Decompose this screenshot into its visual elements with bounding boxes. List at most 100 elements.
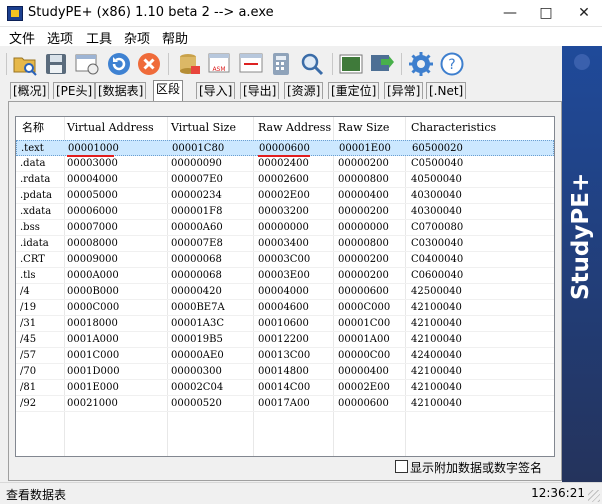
table-row[interactable]: .xdata 00006000 000001F8 00003200 00000200 40… [16,204,554,220]
table-row[interactable]: .rdata 00004000 000007E0 00002600 00000800 40… [16,172,554,188]
show-overlay-label: 显示附加数据或数字签名 [410,461,543,475]
table-row[interactable]: .data 00003000 00000090 00002400 00000200 C05… [16,156,554,172]
column-header-name[interactable]: 名称 [22,117,44,139]
table-row[interactable]: /4 0000B000 00000420 00004000 00000600 425000… [16,284,554,300]
cell-raw-address: 00010600 [258,318,309,329]
table-row[interactable]: .CRT 00009000 00000068 00003C00 00000200 C040… [16,252,554,268]
table-row[interactable]: /70 0001D000 00000300 00014800 00000400 42100… [16,364,554,380]
table-row[interactable]: /45 0001A000 000019B5 00012200 00001A00 42100… [16,332,554,348]
column-header-characteristics[interactable]: Characteristics [411,117,496,139]
maximize-button[interactable]: □ [528,0,564,27]
table-row[interactable]: .tls 0000A000 00000068 00003E00 00000200 C060… [16,268,554,284]
cell-section-name: /81 [20,382,37,393]
tab-exceptions[interactable]: [异常] [384,82,424,99]
cell-virtual-address: 0001C000 [67,350,120,361]
tab-sections[interactable]: 区段 [153,80,184,101]
table-row[interactable]: .pdata 00005000 00000234 00002E00 00000400 40… [16,188,554,204]
cell-section-name: .pdata [20,190,52,201]
cell-section-name: .tls [20,270,36,281]
cell-raw-address: 00012200 [258,334,309,345]
table-row[interactable]: .text 00001000 00001C80 00000600 00001E00 605… [16,140,554,156]
tab-imports[interactable]: [导入] [196,82,236,99]
menu-file[interactable]: 文件 [9,28,35,47]
table-row[interactable]: /81 0001E000 00002C04 00014C00 00002E00 42100… [16,380,554,396]
calculator-icon[interactable] [268,51,294,77]
column-header-virtual-size[interactable]: Virtual Size [171,117,236,139]
refresh-icon[interactable] [106,51,132,77]
table-row[interactable]: .idata 00008000 000007E8 00003400 00000800 C0… [16,236,554,252]
image-icon[interactable] [338,51,364,77]
cell-virtual-address: 0001E000 [67,382,119,393]
close-circle-icon[interactable] [136,51,162,77]
cell-characteristics: 42100040 [411,382,462,393]
menu-help[interactable]: 帮助 [162,28,188,47]
close-button[interactable]: ✕ [566,0,602,27]
status-message: 查看数据表 [6,488,67,502]
column-header-virtual-address[interactable]: Virtual Address [67,117,154,139]
red-underline-annotation [67,155,114,157]
window-title: StudyPE+ (x86) 1.10 beta 2 --> a.exe [28,5,274,20]
gear-icon[interactable] [408,51,434,77]
resize-grip[interactable] [588,490,600,502]
tab-dotnet[interactable]: [.Net] [426,82,467,99]
convert-icon[interactable] [369,51,395,77]
menu-misc[interactable]: 杂项 [124,28,150,47]
cell-raw-size: 00000800 [338,174,389,185]
compare-icon[interactable] [238,51,264,77]
help-icon[interactable]: ? [439,51,465,77]
folder-icon[interactable] [12,51,38,77]
tab-resources[interactable]: [资源] [284,82,324,99]
cell-virtual-size: 00000068 [171,254,222,265]
cell-section-name: .CRT [20,254,45,265]
tab-data-directory[interactable]: [数据表] [95,82,147,99]
column-header-raw-size[interactable]: Raw Size [338,117,389,139]
cell-virtual-address: 00018000 [67,318,118,329]
title-bar: StudyPE+ (x86) 1.10 beta 2 --> a.exe — □… [0,0,602,27]
tab-overview[interactable]: [概况] [10,82,50,99]
window-icon[interactable] [74,51,100,77]
asm-icon[interactable]: ASM [206,51,232,77]
database-icon[interactable] [176,51,202,77]
minimize-button[interactable]: — [492,0,528,27]
svg-text:?: ? [448,57,455,73]
cell-virtual-address: 0000A000 [67,270,119,281]
cell-section-name: .data [20,158,46,169]
table-row[interactable]: /19 0000C000 0000BE7A 00004600 0000C000 42100… [16,300,554,316]
column-header-raw-address[interactable]: Raw Address [258,117,331,139]
cell-virtual-address: 00009000 [67,254,118,265]
cell-raw-size: 00000200 [338,254,389,265]
cell-virtual-address: 00021000 [67,398,118,409]
table-row[interactable]: .bss 00007000 00000A60 00000000 00000000 C070… [16,220,554,236]
menu-options[interactable]: 选项 [47,28,73,47]
table-row[interactable]: /92 00021000 00000520 00017A00 00000600 42100… [16,396,554,412]
search-icon[interactable] [299,51,325,77]
cell-virtual-size: 00000420 [171,286,222,297]
tab-relocations[interactable]: [重定位] [328,82,380,99]
cell-raw-address: 00002E00 [258,190,310,201]
cell-raw-address: 00014C00 [258,382,311,393]
tab-exports[interactable]: [导出] [240,82,280,99]
tab-pe-header[interactable]: [PE头] [53,82,96,99]
floppy-icon[interactable] [43,51,69,77]
cell-section-name: /31 [20,318,37,329]
show-overlay-checkbox[interactable] [395,460,408,473]
cell-characteristics: 42100040 [411,334,462,345]
cell-raw-address: 00003200 [258,206,309,217]
cell-virtual-size: 000019B5 [171,334,223,345]
cell-virtual-address: 00007000 [67,222,118,233]
cell-virtual-size: 00001C80 [172,143,225,154]
cell-virtual-size: 000007E0 [171,174,223,185]
status-bar: 查看数据表 12:36:21 [0,482,602,504]
cell-raw-address: 00000600 [259,143,310,154]
cell-raw-size: 00000000 [338,222,389,233]
cell-characteristics: C0700080 [411,222,464,233]
menu-tools[interactable]: 工具 [86,28,112,47]
toolbar-separator [168,53,169,75]
table-row[interactable]: /31 00018000 00001A3C 00010600 00001C00 42100… [16,316,554,332]
svg-text:ASM: ASM [212,66,225,73]
cell-characteristics: 42100040 [411,302,462,313]
table-row[interactable]: /57 0001C000 00000AE0 00013C00 00000C00 42400… [16,348,554,364]
cell-characteristics: 42100040 [411,366,462,377]
section-table[interactable]: 名称 Virtual Address Virtual Size Raw Addr… [15,116,555,457]
cell-raw-address: 00003400 [258,238,309,249]
